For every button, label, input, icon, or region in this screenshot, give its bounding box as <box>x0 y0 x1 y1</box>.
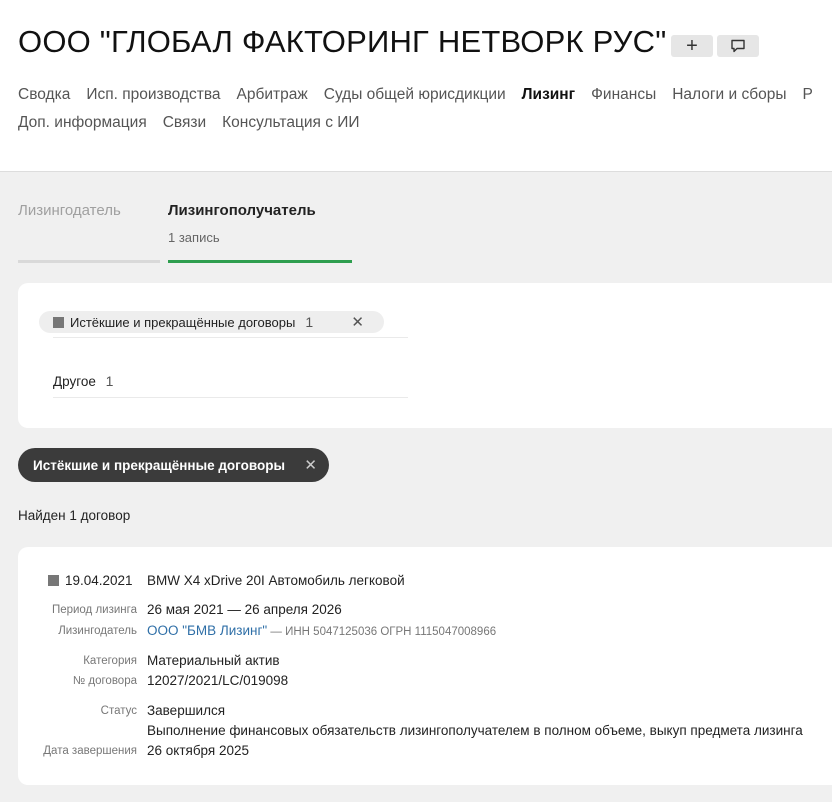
number-value: 12027/2021/LC/019098 <box>147 673 289 688</box>
nav-item-arbitrazh[interactable]: Арбитраж <box>237 86 308 103</box>
filter-item-other[interactable]: Другое 1 <box>53 373 113 389</box>
tab-lessor-underline <box>18 260 160 263</box>
category-value: Материальный актив <box>147 653 280 668</box>
lessor-meta: — ИНН 5047125036 ОГРН 1115047008966 <box>267 626 497 638</box>
tab-lessee-underline <box>168 260 352 263</box>
end-date-label: Дата завершения <box>43 745 137 757</box>
status-square-icon <box>48 575 59 586</box>
nav-item-cut[interactable]: Р <box>802 86 812 103</box>
nav-item-lizing[interactable]: Лизинг <box>522 86 575 103</box>
plus-icon[interactable]: + <box>671 35 713 57</box>
tab-lessor-label: Лизингодатель <box>18 202 121 219</box>
nav-row-secondary: Доп. информация Связи Консультация с ИИ <box>18 114 376 132</box>
category-label: Категория <box>83 655 137 667</box>
active-filter-pill[interactable]: Истёкшие и прекращённые договоры ✕ <box>18 448 329 482</box>
filter-panel: Истёкшие и прекращённые договоры 1 ✕ Дру… <box>18 283 832 428</box>
nav-item-svyazi[interactable]: Связи <box>163 114 206 131</box>
lessor-link[interactable]: ООО "БМВ Лизинг" <box>147 623 267 638</box>
category-square-icon <box>53 316 64 328</box>
results-count: Найден 1 договор <box>18 508 131 523</box>
nav-item-isp-proizvodstva[interactable]: Исп. производства <box>86 86 220 103</box>
comment-icon[interactable] <box>717 35 759 57</box>
tab-lessee-count: 1 запись <box>168 230 220 245</box>
end-date-value: 26 октября 2025 <box>147 743 250 758</box>
tab-lessee-label: Лизингополучатель <box>168 202 316 219</box>
tab-lessee[interactable]: Лизингополучатель 1 запись <box>168 202 352 263</box>
nav-row-primary: Сводка Исп. производства Арбитраж Суды обще… <box>18 86 829 104</box>
close-icon[interactable]: ✕ <box>351 313 364 331</box>
period-value: 26 мая 2021 — 26 апреля 2026 <box>147 602 342 617</box>
status-value: Завершился <box>147 703 226 718</box>
active-filter-label: Истёкшие и прекращённые договоры <box>33 457 286 473</box>
company-title: ООО "ГЛОБАЛ ФАКТОРИНГ НЕТВОРК РУС" <box>18 24 667 59</box>
period-label: Период лизинга <box>51 604 137 616</box>
contract-date-value: 19.04.2021 <box>65 573 133 588</box>
nav-item-svodka[interactable]: Сводка <box>18 86 70 103</box>
filter-item-other-count: 1 <box>105 373 114 389</box>
tab-lessor[interactable]: Лизингодатель <box>18 202 160 263</box>
nav-item-sudy[interactable]: Суды общей юрисдикции <box>324 86 506 103</box>
contract-card: 19.04.2021 BMW X4 xDrive 20I Автомобиль … <box>18 547 832 785</box>
nav-item-dop-info[interactable]: Доп. информация <box>18 114 147 131</box>
close-icon[interactable]: ✕ <box>304 456 317 474</box>
filter-item-other-label: Другое <box>53 374 96 389</box>
filter-chip-label: Истёкшие и прекращённые договоры <box>70 314 296 330</box>
comment-bubble-icon <box>731 39 745 53</box>
divider <box>53 337 408 338</box>
company-header: ООО "ГЛОБАЛ ФАКТОРИНГ НЕТВОРК РУС" + Сво… <box>0 0 832 172</box>
status-note: Выполнение финансовых обязательств лизин… <box>147 723 803 738</box>
lessor-label: Лизингодатель <box>58 625 137 637</box>
contract-title: BMW X4 xDrive 20I Автомобиль легковой <box>147 573 405 588</box>
filter-chip-count: 1 <box>305 314 314 330</box>
contract-date: 19.04.2021 <box>48 573 133 588</box>
lessor-value: ООО "БМВ Лизинг" — ИНН 5047125036 ОГРН 1… <box>147 623 496 638</box>
status-label: Статус <box>100 705 137 717</box>
divider <box>53 397 408 398</box>
nav-item-nalogi[interactable]: Налоги и сборы <box>672 86 786 103</box>
number-label: № договора <box>72 675 137 687</box>
filter-chip-expired[interactable]: Истёкшие и прекращённые договоры 1 ✕ <box>39 311 384 333</box>
nav-item-finansy[interactable]: Финансы <box>591 86 656 103</box>
nav-item-ai-consult[interactable]: Консультация с ИИ <box>222 114 359 131</box>
